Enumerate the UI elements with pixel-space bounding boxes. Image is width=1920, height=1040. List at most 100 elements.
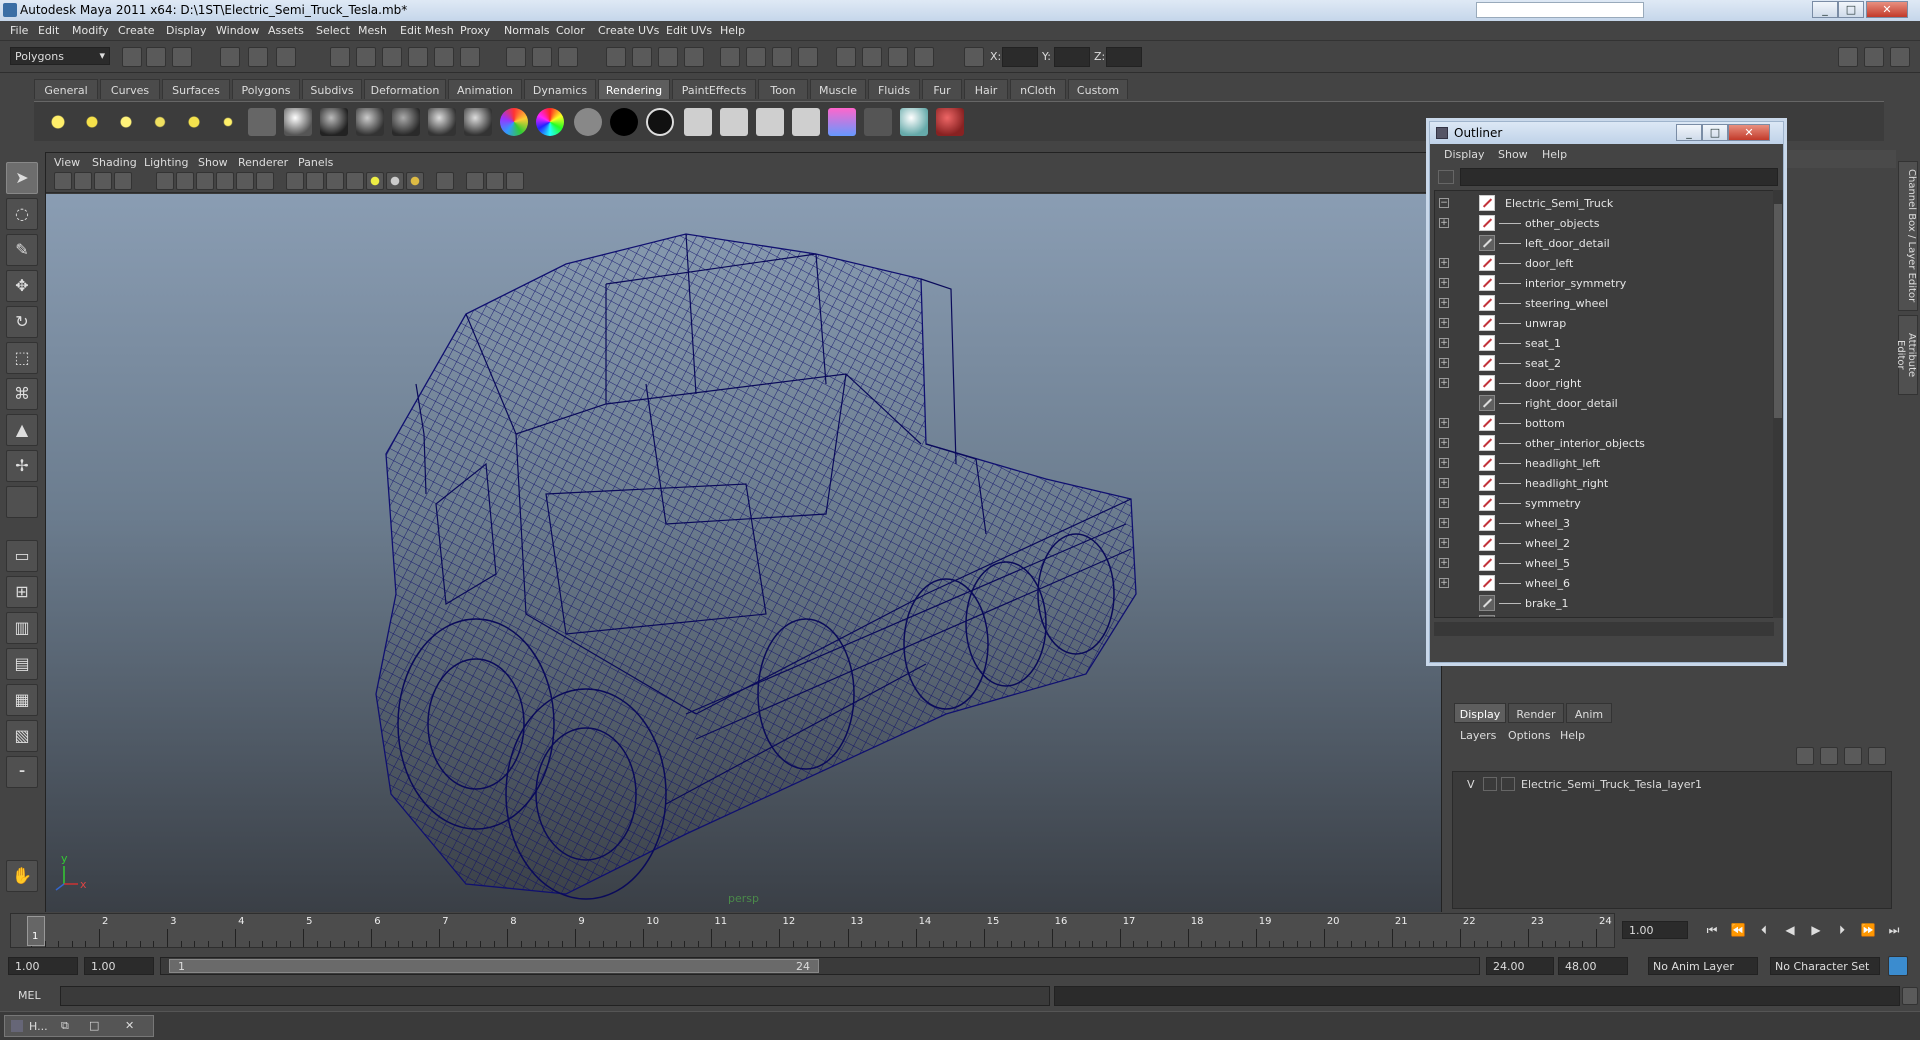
expand-toggle-icon[interactable]: + (1439, 518, 1449, 528)
outliner-item[interactable]: + other_interior_objects (1435, 433, 1755, 453)
command-language-label[interactable]: MEL (18, 989, 41, 1002)
expand-toggle-icon[interactable]: + (1439, 458, 1449, 468)
restore-icon[interactable]: ⧉ (61, 1019, 69, 1033)
paint-select-tool-icon[interactable]: ✎ (6, 234, 38, 266)
menu-create-uvs[interactable]: Create UVs (598, 24, 659, 37)
current-time-field[interactable]: 1.00 (1622, 921, 1688, 939)
lock-selection-icon[interactable] (720, 47, 740, 67)
side-tab-channel-box[interactable]: Channel Box / Layer Editor (1898, 161, 1918, 311)
shelf-tab-deformation[interactable]: Deformation (364, 79, 446, 99)
anim-layer-dropdown[interactable]: No Anim Layer (1648, 957, 1758, 975)
show-manipulator-icon[interactable]: ✢ (6, 450, 38, 482)
outliner-panel-icon[interactable] (914, 47, 934, 67)
perspective-viewport[interactable]: View Shading Lighting Show Renderer Pane… (45, 152, 1442, 912)
save-scene-icon[interactable] (172, 47, 192, 67)
layer-name[interactable]: Electric_Semi_Truck_Tesla_layer1 (1521, 778, 1702, 791)
shelf-tab-fur[interactable]: Fur (922, 79, 962, 99)
viewport-menu-panels[interactable]: Panels (298, 156, 333, 169)
outliner-scroll-thumb[interactable] (1774, 204, 1782, 418)
persp-hypergraph-layout-icon[interactable]: ▦ (6, 684, 38, 716)
isolate-select-icon[interactable] (436, 172, 454, 190)
shelf-tab-fluids[interactable]: Fluids (868, 79, 920, 99)
xray-joints-icon[interactable] (486, 172, 504, 190)
move-tool-icon[interactable]: ✥ (6, 270, 38, 302)
outliner-vertical-scrollbar[interactable] (1773, 190, 1783, 618)
character-set-dropdown[interactable]: No Character Set (1770, 957, 1880, 975)
attribute-editor-toggle-icon[interactable] (1838, 47, 1858, 67)
safe-action-icon[interactable] (256, 172, 274, 190)
current-frame-marker[interactable]: 1 (27, 916, 45, 946)
render-settings-icon[interactable] (558, 47, 578, 67)
expand-toggle-icon[interactable]: + (1439, 498, 1449, 508)
outliner-maximize-button[interactable]: □ (1702, 124, 1728, 141)
highlight-selection-icon[interactable] (746, 47, 766, 67)
channel-box-toggle-icon[interactable] (1890, 47, 1910, 67)
menu-create[interactable]: Create (118, 24, 155, 37)
menu-file[interactable]: File (10, 24, 28, 37)
outliner-window[interactable]: Outliner _ □ ✕ Display Show Help − Electr… (1429, 121, 1784, 663)
outliner-item[interactable]: − Electric_Semi_Truck (1435, 193, 1755, 213)
outliner-item[interactable]: steering_knuckle_1 (1435, 613, 1755, 617)
layer-tab-anim[interactable]: Anim (1566, 703, 1612, 723)
outliner-item[interactable]: + headlight_left (1435, 453, 1755, 473)
shelf-tab-curves[interactable]: Curves (100, 79, 160, 99)
layout-options-icon[interactable]: ⁃ (6, 756, 38, 788)
directional-light-icon[interactable] (78, 108, 106, 136)
shelf-tab-dynamics[interactable]: Dynamics (524, 79, 596, 99)
expand-toggle-icon[interactable]: + (1439, 218, 1449, 228)
outliner-minimize-button[interactable]: _ (1676, 124, 1702, 141)
xray-icon[interactable] (466, 172, 484, 190)
range-slider-handle[interactable]: 1 24 (169, 959, 819, 973)
lasso-tool-icon[interactable]: ◌ (6, 198, 38, 230)
universal-manipulator-icon[interactable]: ⌘ (6, 378, 38, 410)
select-component-icon[interactable] (276, 47, 296, 67)
outliner-item[interactable]: + door_right (1435, 373, 1755, 393)
outliner-item[interactable]: + door_left (1435, 253, 1755, 273)
paint-texture-icon[interactable] (936, 108, 964, 136)
film-gate-icon[interactable] (176, 172, 194, 190)
go-to-start-icon[interactable]: ⏮ (1702, 923, 1722, 939)
tool-settings-toggle-icon[interactable] (1864, 47, 1884, 67)
expand-toggle-icon[interactable]: + (1439, 538, 1449, 548)
make-live-icon[interactable] (434, 47, 454, 67)
shadows-icon[interactable] (406, 172, 424, 190)
persp-outliner-layout-icon[interactable]: ▥ (6, 612, 38, 644)
wireframe-on-shaded-icon[interactable] (326, 172, 344, 190)
layered-shader-icon[interactable] (464, 108, 492, 136)
hotbox-icon[interactable]: ✋ (6, 860, 38, 892)
expand-toggle-icon[interactable]: + (1439, 258, 1449, 268)
hypershade-shelf-icon[interactable] (828, 108, 856, 136)
create-render-node-icon[interactable] (900, 108, 928, 136)
rotate-tool-icon[interactable]: ↻ (6, 306, 38, 338)
outliner-item[interactable]: + headlight_right (1435, 473, 1755, 493)
side-tab-attribute-editor[interactable]: Attribute Editor (1895, 315, 1918, 395)
select-tool-icon[interactable]: ➤ (6, 162, 38, 194)
shelf-tab-subdivs[interactable]: Subdivs (302, 79, 362, 99)
expand-toggle-icon[interactable]: + (1439, 418, 1449, 428)
help-search-input[interactable] (1476, 2, 1644, 18)
numeric-input-icon[interactable] (964, 47, 984, 67)
shelf-tab-polygons[interactable]: Polygons (232, 79, 300, 99)
outliner-horizontal-scrollbar[interactable] (1434, 622, 1774, 636)
menu-help[interactable]: Help (720, 24, 745, 37)
snap-view-plane-icon[interactable] (408, 47, 428, 67)
spot-light-icon[interactable] (146, 108, 174, 136)
absolute-transform-icon[interactable] (798, 47, 818, 67)
time-slider[interactable]: 1234567891011121314151617181920212223241 (10, 913, 1615, 948)
outliner-menu-display[interactable]: Display (1444, 148, 1485, 161)
layer-menu-help[interactable]: Help (1560, 729, 1585, 742)
x-field[interactable] (1002, 47, 1038, 67)
outliner-item[interactable]: + steering_wheel (1435, 293, 1755, 313)
close-icon[interactable]: ✕ (125, 1019, 134, 1032)
outliner-filter-input[interactable] (1460, 168, 1778, 186)
persp-panel-icon[interactable] (836, 47, 856, 67)
history-icon[interactable] (460, 47, 480, 67)
shelf-tab-hair[interactable]: Hair (964, 79, 1008, 99)
expand-toggle-icon[interactable]: + (1439, 578, 1449, 588)
menu-select[interactable]: Select (316, 24, 350, 37)
render-frame-icon[interactable] (506, 47, 526, 67)
z-field[interactable] (1106, 47, 1142, 67)
outliner-item[interactable]: left_door_detail (1435, 233, 1755, 253)
gate-mask-icon[interactable] (216, 172, 234, 190)
shelf-tab-custom[interactable]: Custom (1068, 79, 1128, 99)
